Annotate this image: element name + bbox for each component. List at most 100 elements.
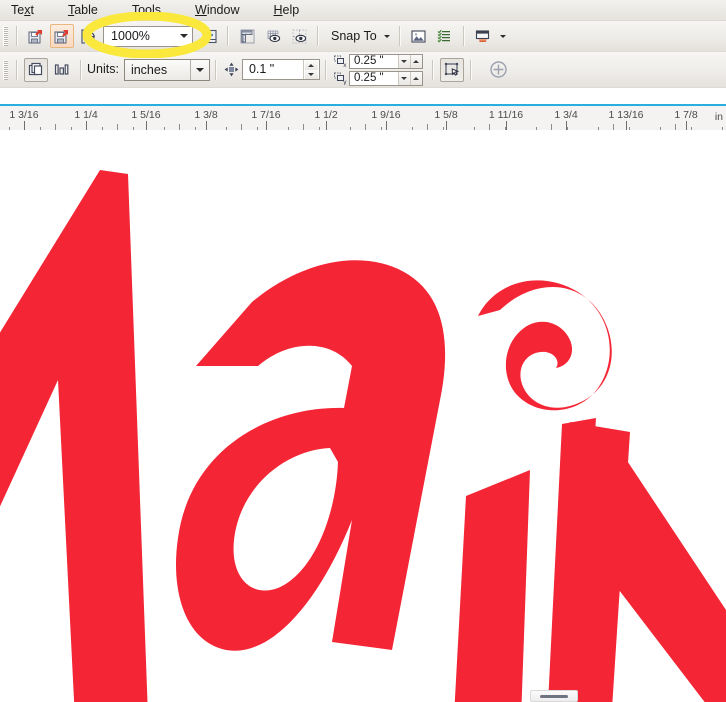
floppy-import-icon (54, 29, 68, 43)
save-copy-button[interactable] (50, 24, 74, 48)
menu-item-help[interactable]: Help (263, 1, 311, 20)
menu-text-post: t (30, 2, 34, 17)
plus-circle-icon (490, 61, 508, 78)
toolbar2-separator-5 (431, 59, 434, 80)
menu-item-window[interactable]: Window (184, 1, 250, 20)
toolbar-separator-4 (398, 26, 401, 46)
show-rulers-toggle[interactable] (235, 24, 259, 48)
arrange-objects-button[interactable] (24, 57, 48, 82)
menu-window-acc: W (195, 2, 207, 17)
ruler-major-tick (326, 121, 327, 130)
add-object-button[interactable] (487, 58, 511, 82)
toolbar2-separator-4 (324, 59, 327, 80)
offset-y-input[interactable]: 0.25 " (348, 70, 423, 86)
ruler-major-tick (446, 121, 447, 130)
offset-group: x 0.25 " y 0.25 " (332, 53, 423, 86)
nudge-icon-wrap (222, 62, 242, 77)
toolbar-grip-2[interactable] (3, 59, 8, 80)
zoom-fit-icon (201, 29, 217, 43)
offset-y-spinner[interactable] (397, 71, 422, 85)
ruler-major-tick (626, 121, 627, 130)
offset-x-spinner[interactable] (397, 54, 422, 68)
picture-icon (411, 29, 426, 43)
offset-x-input[interactable]: 0.25 " (348, 53, 423, 69)
snap-to-dropdown[interactable]: Snap To (324, 25, 394, 47)
nudge-step-input[interactable]: 0.1 " (241, 59, 320, 80)
save-as-button[interactable] (24, 24, 48, 48)
units-combo-box[interactable]: inches (123, 58, 210, 81)
export-button[interactable] (76, 24, 100, 48)
zoom-combo-box[interactable]: 1000% (103, 25, 193, 47)
main-wordmark[interactable] (0, 130, 726, 702)
offset-y-icon: y (332, 71, 349, 86)
arrange-toolbar: Units: inches 0.1 " x 0.25 " y 0.25 " (0, 52, 726, 88)
toolbar2-separator-3 (214, 59, 217, 80)
offset-x-value[interactable]: 0.25 " (350, 55, 398, 68)
zoom-value[interactable]: 1000% (104, 27, 175, 46)
offset-x-down-button[interactable] (397, 54, 410, 68)
ruler-label: 1 7/8 (674, 109, 698, 121)
ruler-major-tick (506, 121, 507, 130)
snap-to-label: Snap To (331, 29, 377, 43)
stacked-pages-icon (28, 62, 43, 75)
select-object-button[interactable] (439, 57, 464, 82)
toolbar-separator-2 (227, 26, 229, 46)
nudge-step-value[interactable]: 0.1 " (243, 60, 303, 79)
menu-help-acc: H (273, 2, 283, 17)
ruler-label: 1 7/16 (251, 109, 281, 121)
ruler-major-tick (206, 121, 207, 130)
publisher-window: Text Table Tools Window Help 1000% Snap … (0, 0, 726, 702)
toolbar-grip[interactable] (3, 26, 8, 46)
ruler-major-tick (86, 121, 87, 130)
menu-item-text[interactable]: Text (0, 1, 45, 20)
chevron-down-icon (499, 34, 506, 38)
show-grid-toggle[interactable] (261, 24, 285, 48)
nudge-step-spinner[interactable] (302, 60, 319, 79)
offset-y-up-button[interactable] (409, 71, 422, 85)
units-value[interactable]: inches (125, 60, 190, 80)
ruler-unit-label: in (714, 111, 723, 123)
offset-y-value[interactable]: 0.25 " (350, 72, 398, 85)
standard-toolbar: 1000% Snap To (0, 21, 726, 52)
insert-picture-button[interactable] (407, 24, 431, 48)
menu-item-table[interactable]: Table (57, 1, 109, 20)
export-arrow-icon (80, 28, 95, 44)
toolbar-separator (16, 26, 18, 46)
show-guides-toggle[interactable] (287, 24, 311, 48)
ruler-label: 1 5/16 (131, 109, 161, 121)
offset-x-up-button[interactable] (409, 54, 422, 68)
document-canvas[interactable] (0, 130, 726, 702)
zoom-to-fit-button[interactable] (197, 24, 221, 48)
menu-table-post: able (74, 2, 98, 17)
horizontal-ruler[interactable]: 1 3/16 1 1/4 1 5/16 1 3/8 1 7/16 1 1/2 1 9/16 1… (0, 104, 726, 130)
offset-x-sub: x (343, 62, 347, 68)
chevron-down-icon (179, 34, 188, 38)
zoom-dropdown-arrow[interactable] (175, 27, 192, 46)
offset-y-down-button[interactable] (397, 71, 410, 85)
units-dropdown-arrow[interactable] (189, 59, 209, 80)
object-properties-button[interactable] (433, 24, 457, 48)
chevron-down-icon (195, 67, 204, 72)
menu-window-post: indow (206, 2, 240, 17)
ruler-label: 1 1/2 (314, 109, 338, 121)
select-arrow-icon (444, 62, 460, 76)
menu-item-tools[interactable]: Tools (121, 1, 172, 20)
shadow-style-button[interactable] (471, 24, 495, 48)
stepper-down-button[interactable] (304, 69, 318, 79)
guides-eye-icon (292, 29, 306, 43)
offset-x-row: x 0.25 " (332, 53, 423, 69)
horizontal-scrollbar-thumb[interactable] (530, 690, 578, 702)
offset-x-icon: x (332, 54, 349, 69)
properties-list-icon (437, 29, 451, 43)
offset-y-sub: y (343, 79, 347, 85)
ruler-icon (240, 29, 254, 43)
stepper-up-button[interactable] (304, 60, 318, 70)
toolbar-separator-5 (462, 26, 465, 46)
ruler-label: 1 5/8 (434, 109, 458, 121)
toolbar2-separator-2 (80, 59, 82, 80)
ruler-label: 1 3/16 (9, 109, 39, 121)
shadow-style-dropdown[interactable] (496, 34, 510, 38)
distribute-button[interactable] (50, 58, 74, 82)
offset-y-row: y 0.25 " (332, 70, 423, 86)
ruler-label: 1 11/16 (488, 109, 524, 121)
